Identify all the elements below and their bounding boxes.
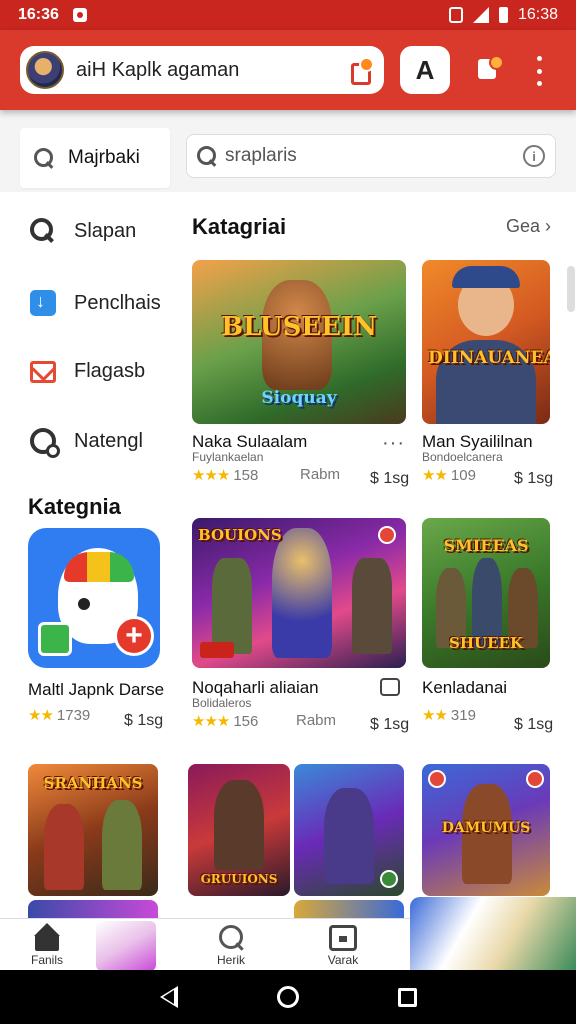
- nav-home[interactable]: Fanils: [12, 919, 82, 971]
- tab-label: Majrbaki: [68, 147, 140, 168]
- game-developer: Bolidaleros: [192, 696, 252, 710]
- grid-game-art-partial[interactable]: [294, 900, 404, 920]
- game-art-3[interactable]: BOUIONS: [192, 518, 406, 668]
- cart-icon[interactable]: [348, 57, 374, 85]
- sidebar-item-label: Natengl: [74, 429, 143, 452]
- status-bar: 16:36 16:38: [0, 0, 576, 30]
- sidebar-item-search[interactable]: Slapan: [30, 218, 136, 244]
- game-developer: Bondoelcanera: [422, 450, 503, 464]
- tab-main[interactable]: Majrbaki: [20, 128, 170, 188]
- grid-game-art[interactable]: GRUUIONS: [188, 764, 290, 896]
- badge-icon: [526, 770, 544, 788]
- game-rating: ★★ 109: [422, 467, 476, 484]
- more-options-icon[interactable]: [528, 56, 550, 86]
- game-rating: ★★ 319: [422, 707, 476, 724]
- game-tag: Rabm: [300, 466, 341, 483]
- download-icon: [30, 290, 56, 316]
- bottom-navigation: Fanils Herik Varak: [0, 897, 576, 971]
- settings-icon: [30, 428, 60, 458]
- download-badge-icon: [474, 55, 504, 85]
- scrollbar[interactable]: [567, 266, 575, 312]
- vibrate-icon: [448, 7, 463, 23]
- sidebar-item-settings[interactable]: Natengl: [30, 428, 143, 458]
- game-price: $ 1sg: [514, 716, 554, 733]
- featured-app-rating: ★★ 1739: [28, 707, 91, 724]
- grid-game-art[interactable]: SRANHANS: [28, 764, 158, 896]
- appstore-button[interactable]: A: [400, 46, 450, 94]
- search-input[interactable]: [225, 145, 523, 167]
- search-icon: [217, 925, 245, 951]
- featured-app-price: $ 1sg: [124, 712, 164, 729]
- game-title[interactable]: Kenladanai: [422, 678, 507, 698]
- content-panel: Slapan Penclhais Flagasb Natengl Kategni…: [0, 192, 576, 920]
- sidebar-item-downloads[interactable]: Penclhais: [30, 290, 161, 316]
- chat-icon[interactable]: [380, 678, 400, 696]
- badge-icon: [378, 526, 396, 544]
- status-time: 16:36: [18, 6, 59, 23]
- grid-game-art[interactable]: [294, 764, 404, 896]
- featured-app-name[interactable]: Maltl Japnk Darse: [28, 680, 164, 700]
- appstore-icon: A: [415, 54, 435, 85]
- badge-icon: [428, 770, 446, 788]
- account-search-bar[interactable]: aiH Kaplk agaman: [20, 46, 384, 94]
- game-title[interactable]: Noqaharli aliaian: [192, 678, 319, 698]
- back-icon[interactable]: [159, 986, 178, 1008]
- sidebar-item-label: Slapan: [74, 219, 137, 242]
- grid-game-art-partial[interactable]: [28, 900, 158, 920]
- game-rating: ★★★ 158: [192, 467, 259, 484]
- badge-icon: [380, 870, 398, 888]
- game-art-1[interactable]: BLUSEEIN Sioquay: [192, 260, 406, 424]
- game-art-4[interactable]: SMIEEAS SHUEEK: [422, 518, 550, 668]
- search-icon: [34, 148, 54, 168]
- grid-game-art[interactable]: DAMUMUS: [422, 764, 550, 896]
- sidebar-item-mail[interactable]: Flagasb: [30, 360, 145, 383]
- game-art-2[interactable]: DIINAUANEALIN: [422, 260, 550, 424]
- app-bar: aiH Kaplk agaman A: [0, 30, 576, 110]
- categories-heading: Kategnia: [28, 494, 121, 519]
- search-icon: [197, 146, 217, 166]
- nav-calendar[interactable]: Varak: [308, 919, 378, 971]
- game-tag: Rabm: [296, 712, 337, 729]
- game-price: $ 1sg: [370, 716, 410, 733]
- game-developer: Fuylankaelan: [192, 450, 264, 464]
- status-time-right: 16:38: [517, 6, 558, 23]
- nav-search[interactable]: Herik: [196, 919, 266, 971]
- signal-icon: [472, 7, 489, 23]
- home-icon: [33, 923, 61, 951]
- more-icon[interactable]: ···: [382, 432, 405, 455]
- avatar[interactable]: [26, 51, 64, 89]
- battery-icon: [498, 7, 508, 23]
- game-price: $ 1sg: [514, 470, 554, 487]
- see-all-link[interactable]: Gea ›: [506, 216, 551, 237]
- sidebar-item-label: Penclhais: [74, 291, 161, 314]
- search-icon: [30, 218, 56, 244]
- sidebar-item-label: Flagasb: [74, 360, 146, 382]
- search-bar[interactable]: i: [186, 134, 556, 178]
- recents-icon[interactable]: [397, 987, 417, 1007]
- downloads-button[interactable]: [464, 46, 514, 94]
- game-price: $ 1sg: [370, 470, 410, 487]
- notification-icon: [72, 8, 87, 22]
- info-icon[interactable]: i: [523, 145, 545, 167]
- mail-icon: [30, 360, 56, 383]
- game-title[interactable]: Man Syaililnan: [422, 432, 533, 452]
- system-navigation: [0, 970, 576, 1024]
- featured-app-icon[interactable]: +: [28, 528, 160, 668]
- app-title: aiH Kaplk agaman: [76, 58, 240, 81]
- home-circle-icon[interactable]: [276, 986, 299, 1008]
- promo-art[interactable]: [96, 921, 156, 971]
- game-title[interactable]: Naka Sulaalam: [192, 432, 307, 452]
- calendar-icon: [329, 925, 357, 951]
- game-rating: ★★★ 156: [192, 713, 259, 730]
- status-right: 16:38: [448, 6, 558, 24]
- section-title: Katagriai: [192, 214, 287, 239]
- promo-banner-art[interactable]: [410, 897, 576, 971]
